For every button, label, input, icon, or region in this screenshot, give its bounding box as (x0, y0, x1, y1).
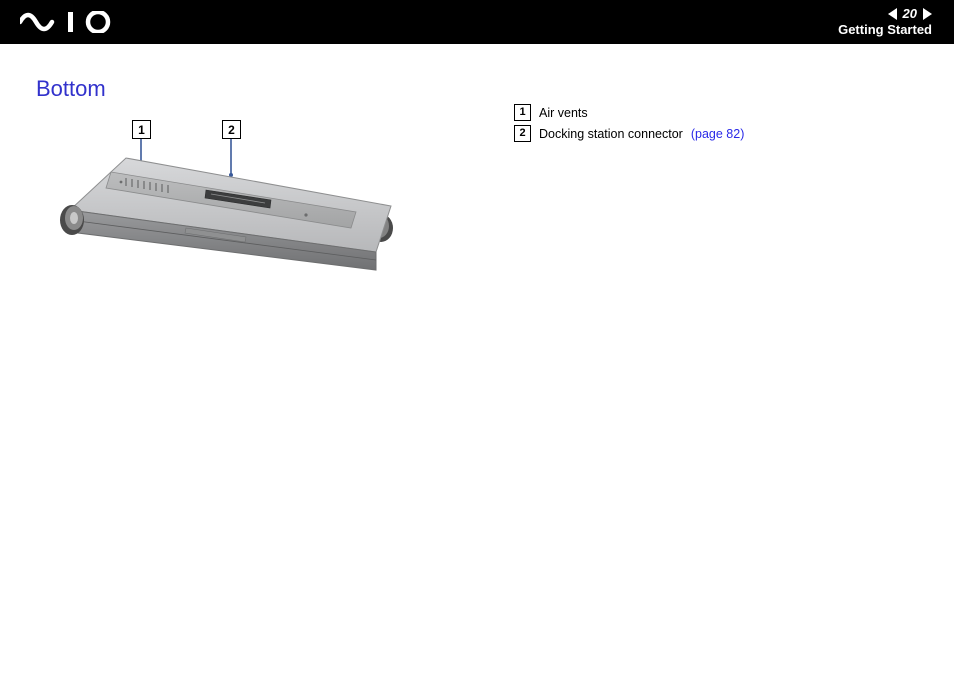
page-number: 20 (903, 6, 917, 22)
page: 20 Getting Started Bottom 1 2 (0, 0, 954, 674)
callout-2: 2 (222, 120, 241, 139)
legend-text: Docking station connector (539, 127, 683, 141)
callout-1: 1 (132, 120, 151, 139)
vaio-logo (20, 11, 128, 33)
legend-number: 1 (514, 104, 531, 121)
section-title: Getting Started (838, 22, 932, 38)
page-body: Bottom 1 2 (0, 44, 954, 283)
laptop-bottom-illustration (56, 120, 416, 280)
legend-number: 2 (514, 125, 531, 142)
legend-text: Air vents (539, 106, 588, 120)
left-column: Bottom 1 2 (0, 76, 506, 283)
page-header: 20 Getting Started (0, 0, 954, 44)
page-navigator: 20 (838, 6, 932, 22)
legend-item: 2 Docking station connector (page 82) (514, 125, 954, 142)
next-page-arrow-icon[interactable] (923, 8, 932, 20)
illustration: 1 2 (56, 120, 416, 283)
vaio-logo-svg (20, 11, 128, 33)
prev-page-arrow-icon[interactable] (888, 8, 897, 20)
page-reference-link[interactable]: (page 82) (691, 127, 745, 141)
header-right: 20 Getting Started (838, 6, 932, 39)
legend-list: 1 Air vents 2 Docking station connector … (506, 104, 954, 142)
section-heading: Bottom (36, 76, 506, 102)
legend-item: 1 Air vents (514, 104, 954, 121)
right-column: 1 Air vents 2 Docking station connector … (506, 76, 954, 283)
